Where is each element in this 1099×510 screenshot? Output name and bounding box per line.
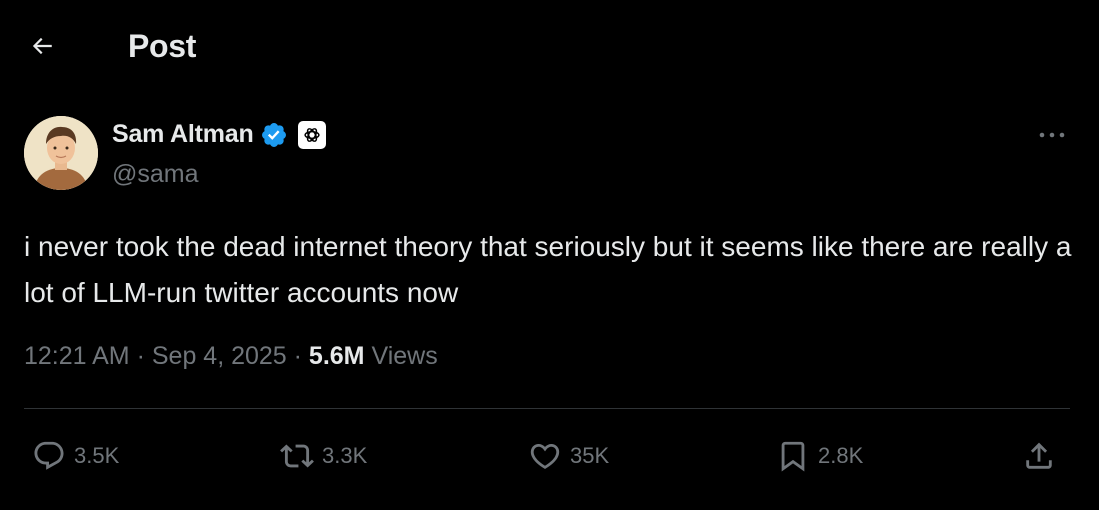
tweet-meta: 12:21 AM · Sep 4, 2025 · 5.6M Views bbox=[24, 342, 438, 371]
tweet-text: i never took the dead internet theory th… bbox=[24, 231, 1072, 308]
bookmark-icon bbox=[781, 441, 805, 472]
back-button[interactable] bbox=[22, 26, 62, 66]
meta-separator: · bbox=[286, 342, 309, 370]
repost-count: 3.3K bbox=[322, 443, 368, 468]
verified-badge-icon[interactable] bbox=[260, 121, 288, 149]
action-bar: 3.5K 3.3K 35K 2.8K bbox=[0, 430, 1099, 482]
header-bar: Post bbox=[0, 0, 1099, 96]
page-title: Post bbox=[128, 28, 197, 64]
openai-logo-icon bbox=[303, 127, 320, 142]
like-button[interactable]: 35K bbox=[528, 430, 609, 482]
more-dots-icon bbox=[1039, 132, 1065, 138]
bookmark-button[interactable]: 2.8K bbox=[776, 430, 863, 482]
repost-button[interactable]: 3.3K bbox=[280, 430, 367, 482]
tweet-date[interactable]: Sep 4, 2025 bbox=[152, 342, 287, 371]
meta-space bbox=[365, 342, 372, 371]
share-icon bbox=[1026, 442, 1052, 469]
views-count[interactable]: 5.6M bbox=[309, 342, 365, 371]
reply-count: 3.5K bbox=[74, 443, 120, 468]
bookmark-count: 2.8K bbox=[818, 443, 864, 468]
author-name-row: Sam Altman bbox=[112, 120, 326, 149]
divider bbox=[24, 408, 1070, 409]
avatar[interactable] bbox=[24, 116, 98, 190]
tweet-time[interactable]: 12:21 AM bbox=[24, 342, 130, 371]
repost-icon bbox=[280, 444, 314, 468]
author-handle[interactable]: @sama bbox=[112, 160, 199, 189]
affiliate-badge[interactable] bbox=[297, 120, 326, 149]
reply-icon bbox=[34, 441, 64, 470]
share-button[interactable] bbox=[1022, 430, 1056, 482]
back-arrow-icon bbox=[32, 37, 52, 55]
heart-icon bbox=[530, 443, 560, 469]
reply-button[interactable]: 3.5K bbox=[32, 430, 119, 482]
more-options-button[interactable] bbox=[1034, 122, 1070, 148]
avatar-image bbox=[24, 116, 98, 190]
author-name[interactable]: Sam Altman bbox=[112, 120, 254, 149]
meta-separator: · bbox=[129, 342, 152, 370]
like-count: 35K bbox=[570, 443, 610, 468]
views-label[interactable]: Views bbox=[371, 342, 437, 371]
